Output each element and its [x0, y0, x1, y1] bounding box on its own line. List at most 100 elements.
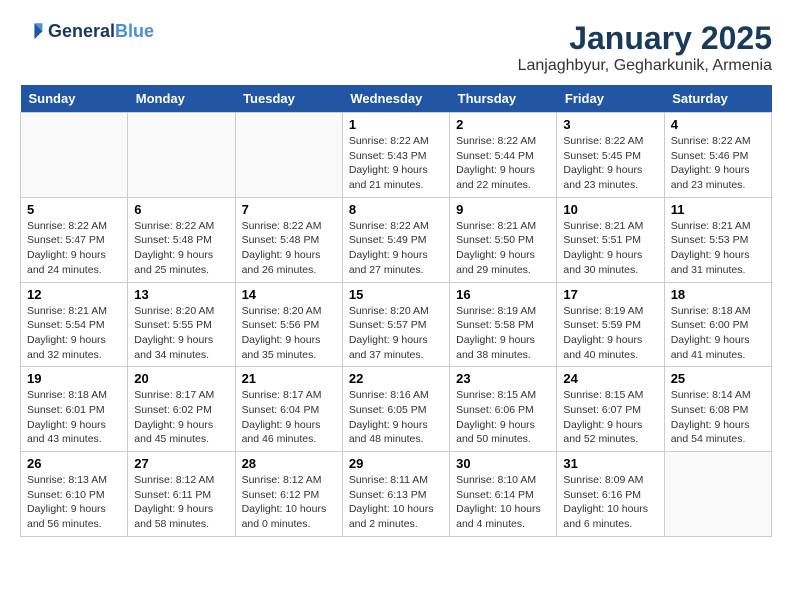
day-detail: Sunrise: 8:13 AM Sunset: 6:10 PM Dayligh…	[27, 473, 121, 532]
day-detail: Sunrise: 8:14 AM Sunset: 6:08 PM Dayligh…	[671, 388, 765, 447]
day-detail: Sunrise: 8:15 AM Sunset: 6:06 PM Dayligh…	[456, 388, 550, 447]
day-number: 28	[242, 456, 336, 471]
day-number: 9	[456, 202, 550, 217]
day-number: 7	[242, 202, 336, 217]
day-detail: Sunrise: 8:15 AM Sunset: 6:07 PM Dayligh…	[563, 388, 657, 447]
day-detail: Sunrise: 8:19 AM Sunset: 5:58 PM Dayligh…	[456, 304, 550, 363]
day-number: 16	[456, 287, 550, 302]
calendar-cell: 12 Sunrise: 8:21 AM Sunset: 5:54 PM Dayli…	[21, 282, 128, 367]
week-row-4: 26 Sunrise: 8:13 AM Sunset: 6:10 PM Dayli…	[21, 452, 772, 537]
day-number: 15	[349, 287, 443, 302]
calendar-cell	[664, 452, 771, 537]
logo-text: GeneralBlue	[48, 22, 154, 42]
day-detail: Sunrise: 8:22 AM Sunset: 5:45 PM Dayligh…	[563, 134, 657, 193]
day-detail: Sunrise: 8:21 AM Sunset: 5:51 PM Dayligh…	[563, 219, 657, 278]
day-number: 17	[563, 287, 657, 302]
day-number: 30	[456, 456, 550, 471]
day-detail: Sunrise: 8:22 AM Sunset: 5:47 PM Dayligh…	[27, 219, 121, 278]
calendar-cell: 31Sunrise: 8:09 AM Sunset: 6:16 PM Dayli…	[557, 452, 664, 537]
calendar-subtitle: Lanjaghbyur, Gegharkunik, Armenia	[518, 57, 772, 75]
header-thursday: Thursday	[450, 85, 557, 113]
day-number: 13	[134, 287, 228, 302]
day-detail: Sunrise: 8:22 AM Sunset: 5:49 PM Dayligh…	[349, 219, 443, 278]
day-number: 20	[134, 371, 228, 386]
calendar-cell	[128, 113, 235, 198]
calendar-cell: 9Sunrise: 8:21 AM Sunset: 5:50 PM Daylig…	[450, 197, 557, 282]
calendar-title: January 2025	[518, 20, 772, 57]
day-number: 1	[349, 117, 443, 132]
day-detail: Sunrise: 8:11 AM Sunset: 6:13 PM Dayligh…	[349, 473, 443, 532]
day-number: 26	[27, 456, 121, 471]
day-number: 19	[27, 371, 121, 386]
day-number: 2	[456, 117, 550, 132]
week-row-2: 12 Sunrise: 8:21 AM Sunset: 5:54 PM Dayli…	[21, 282, 772, 367]
calendar-cell: 7Sunrise: 8:22 AM Sunset: 5:48 PM Daylig…	[235, 197, 342, 282]
calendar-cell: 28 Sunrise: 8:12 AM Sunset: 6:12 PM Dayli…	[235, 452, 342, 537]
day-detail: Sunrise: 8:20 AM Sunset: 5:55 PM Dayligh…	[134, 304, 228, 363]
calendar-cell: 18 Sunrise: 8:18 AM Sunset: 6:00 PM Dayli…	[664, 282, 771, 367]
header-monday: Monday	[128, 85, 235, 113]
calendar-cell	[235, 113, 342, 198]
day-detail: Sunrise: 8:18 AM Sunset: 6:01 PM Dayligh…	[27, 388, 121, 447]
calendar-cell: 5 Sunrise: 8:22 AM Sunset: 5:47 PM Daylig…	[21, 197, 128, 282]
day-number: 3	[563, 117, 657, 132]
calendar-cell: 26 Sunrise: 8:13 AM Sunset: 6:10 PM Dayli…	[21, 452, 128, 537]
day-number: 10	[563, 202, 657, 217]
calendar-cell: 15 Sunrise: 8:20 AM Sunset: 5:57 PM Dayli…	[342, 282, 449, 367]
day-detail: Sunrise: 8:21 AM Sunset: 5:53 PM Dayligh…	[671, 219, 765, 278]
week-row-3: 19 Sunrise: 8:18 AM Sunset: 6:01 PM Dayli…	[21, 367, 772, 452]
day-number: 22	[349, 371, 443, 386]
calendar-cell: 30 Sunrise: 8:10 AM Sunset: 6:14 PM Dayli…	[450, 452, 557, 537]
calendar-cell: 4 Sunrise: 8:22 AM Sunset: 5:46 PM Daylig…	[664, 113, 771, 198]
calendar-cell: 6Sunrise: 8:22 AM Sunset: 5:48 PM Daylig…	[128, 197, 235, 282]
calendar-cell: 19 Sunrise: 8:18 AM Sunset: 6:01 PM Dayli…	[21, 367, 128, 452]
logo: GeneralBlue	[20, 20, 154, 44]
day-number: 14	[242, 287, 336, 302]
calendar-cell: 22Sunrise: 8:16 AM Sunset: 6:05 PM Dayli…	[342, 367, 449, 452]
day-detail: Sunrise: 8:20 AM Sunset: 5:57 PM Dayligh…	[349, 304, 443, 363]
header-tuesday: Tuesday	[235, 85, 342, 113]
day-detail: Sunrise: 8:20 AM Sunset: 5:56 PM Dayligh…	[242, 304, 336, 363]
header: GeneralBlue January 2025 Lanjaghbyur, Ge…	[20, 20, 772, 75]
calendar-cell: 13 Sunrise: 8:20 AM Sunset: 5:55 PM Dayli…	[128, 282, 235, 367]
day-number: 21	[242, 371, 336, 386]
day-number: 8	[349, 202, 443, 217]
week-row-0: 1 Sunrise: 8:22 AM Sunset: 5:43 PM Daylig…	[21, 113, 772, 198]
calendar-cell: 8 Sunrise: 8:22 AM Sunset: 5:49 PM Daylig…	[342, 197, 449, 282]
calendar-cell: 27 Sunrise: 8:12 AM Sunset: 6:11 PM Dayli…	[128, 452, 235, 537]
day-number: 25	[671, 371, 765, 386]
calendar-cell: 25 Sunrise: 8:14 AM Sunset: 6:08 PM Dayli…	[664, 367, 771, 452]
day-detail: Sunrise: 8:22 AM Sunset: 5:44 PM Dayligh…	[456, 134, 550, 193]
calendar-cell: 24 Sunrise: 8:15 AM Sunset: 6:07 PM Dayli…	[557, 367, 664, 452]
calendar-cell: 3 Sunrise: 8:22 AM Sunset: 5:45 PM Daylig…	[557, 113, 664, 198]
day-number: 23	[456, 371, 550, 386]
day-detail: Sunrise: 8:22 AM Sunset: 5:46 PM Dayligh…	[671, 134, 765, 193]
header-friday: Friday	[557, 85, 664, 113]
day-detail: Sunrise: 8:12 AM Sunset: 6:11 PM Dayligh…	[134, 473, 228, 532]
logo-icon	[20, 20, 44, 44]
day-detail: Sunrise: 8:17 AM Sunset: 6:04 PM Dayligh…	[242, 388, 336, 447]
day-detail: Sunrise: 8:12 AM Sunset: 6:12 PM Dayligh…	[242, 473, 336, 532]
day-number: 11	[671, 202, 765, 217]
day-number: 6	[134, 202, 228, 217]
calendar-table: SundayMondayTuesdayWednesdayThursdayFrid…	[20, 85, 772, 537]
day-number: 27	[134, 456, 228, 471]
calendar-cell: 1 Sunrise: 8:22 AM Sunset: 5:43 PM Daylig…	[342, 113, 449, 198]
day-detail: Sunrise: 8:22 AM Sunset: 5:43 PM Dayligh…	[349, 134, 443, 193]
day-number: 4	[671, 117, 765, 132]
day-detail: Sunrise: 8:17 AM Sunset: 6:02 PM Dayligh…	[134, 388, 228, 447]
header-wednesday: Wednesday	[342, 85, 449, 113]
calendar-cell	[21, 113, 128, 198]
calendar-cell: 16 Sunrise: 8:19 AM Sunset: 5:58 PM Dayli…	[450, 282, 557, 367]
day-detail: Sunrise: 8:21 AM Sunset: 5:54 PM Dayligh…	[27, 304, 121, 363]
day-number: 12	[27, 287, 121, 302]
day-number: 24	[563, 371, 657, 386]
day-detail: Sunrise: 8:10 AM Sunset: 6:14 PM Dayligh…	[456, 473, 550, 532]
calendar-cell: 21 Sunrise: 8:17 AM Sunset: 6:04 PM Dayli…	[235, 367, 342, 452]
header-saturday: Saturday	[664, 85, 771, 113]
day-number: 5	[27, 202, 121, 217]
day-detail: Sunrise: 8:18 AM Sunset: 6:00 PM Dayligh…	[671, 304, 765, 363]
calendar-cell: 17Sunrise: 8:19 AM Sunset: 5:59 PM Dayli…	[557, 282, 664, 367]
days-header-row: SundayMondayTuesdayWednesdayThursdayFrid…	[21, 85, 772, 113]
day-number: 18	[671, 287, 765, 302]
